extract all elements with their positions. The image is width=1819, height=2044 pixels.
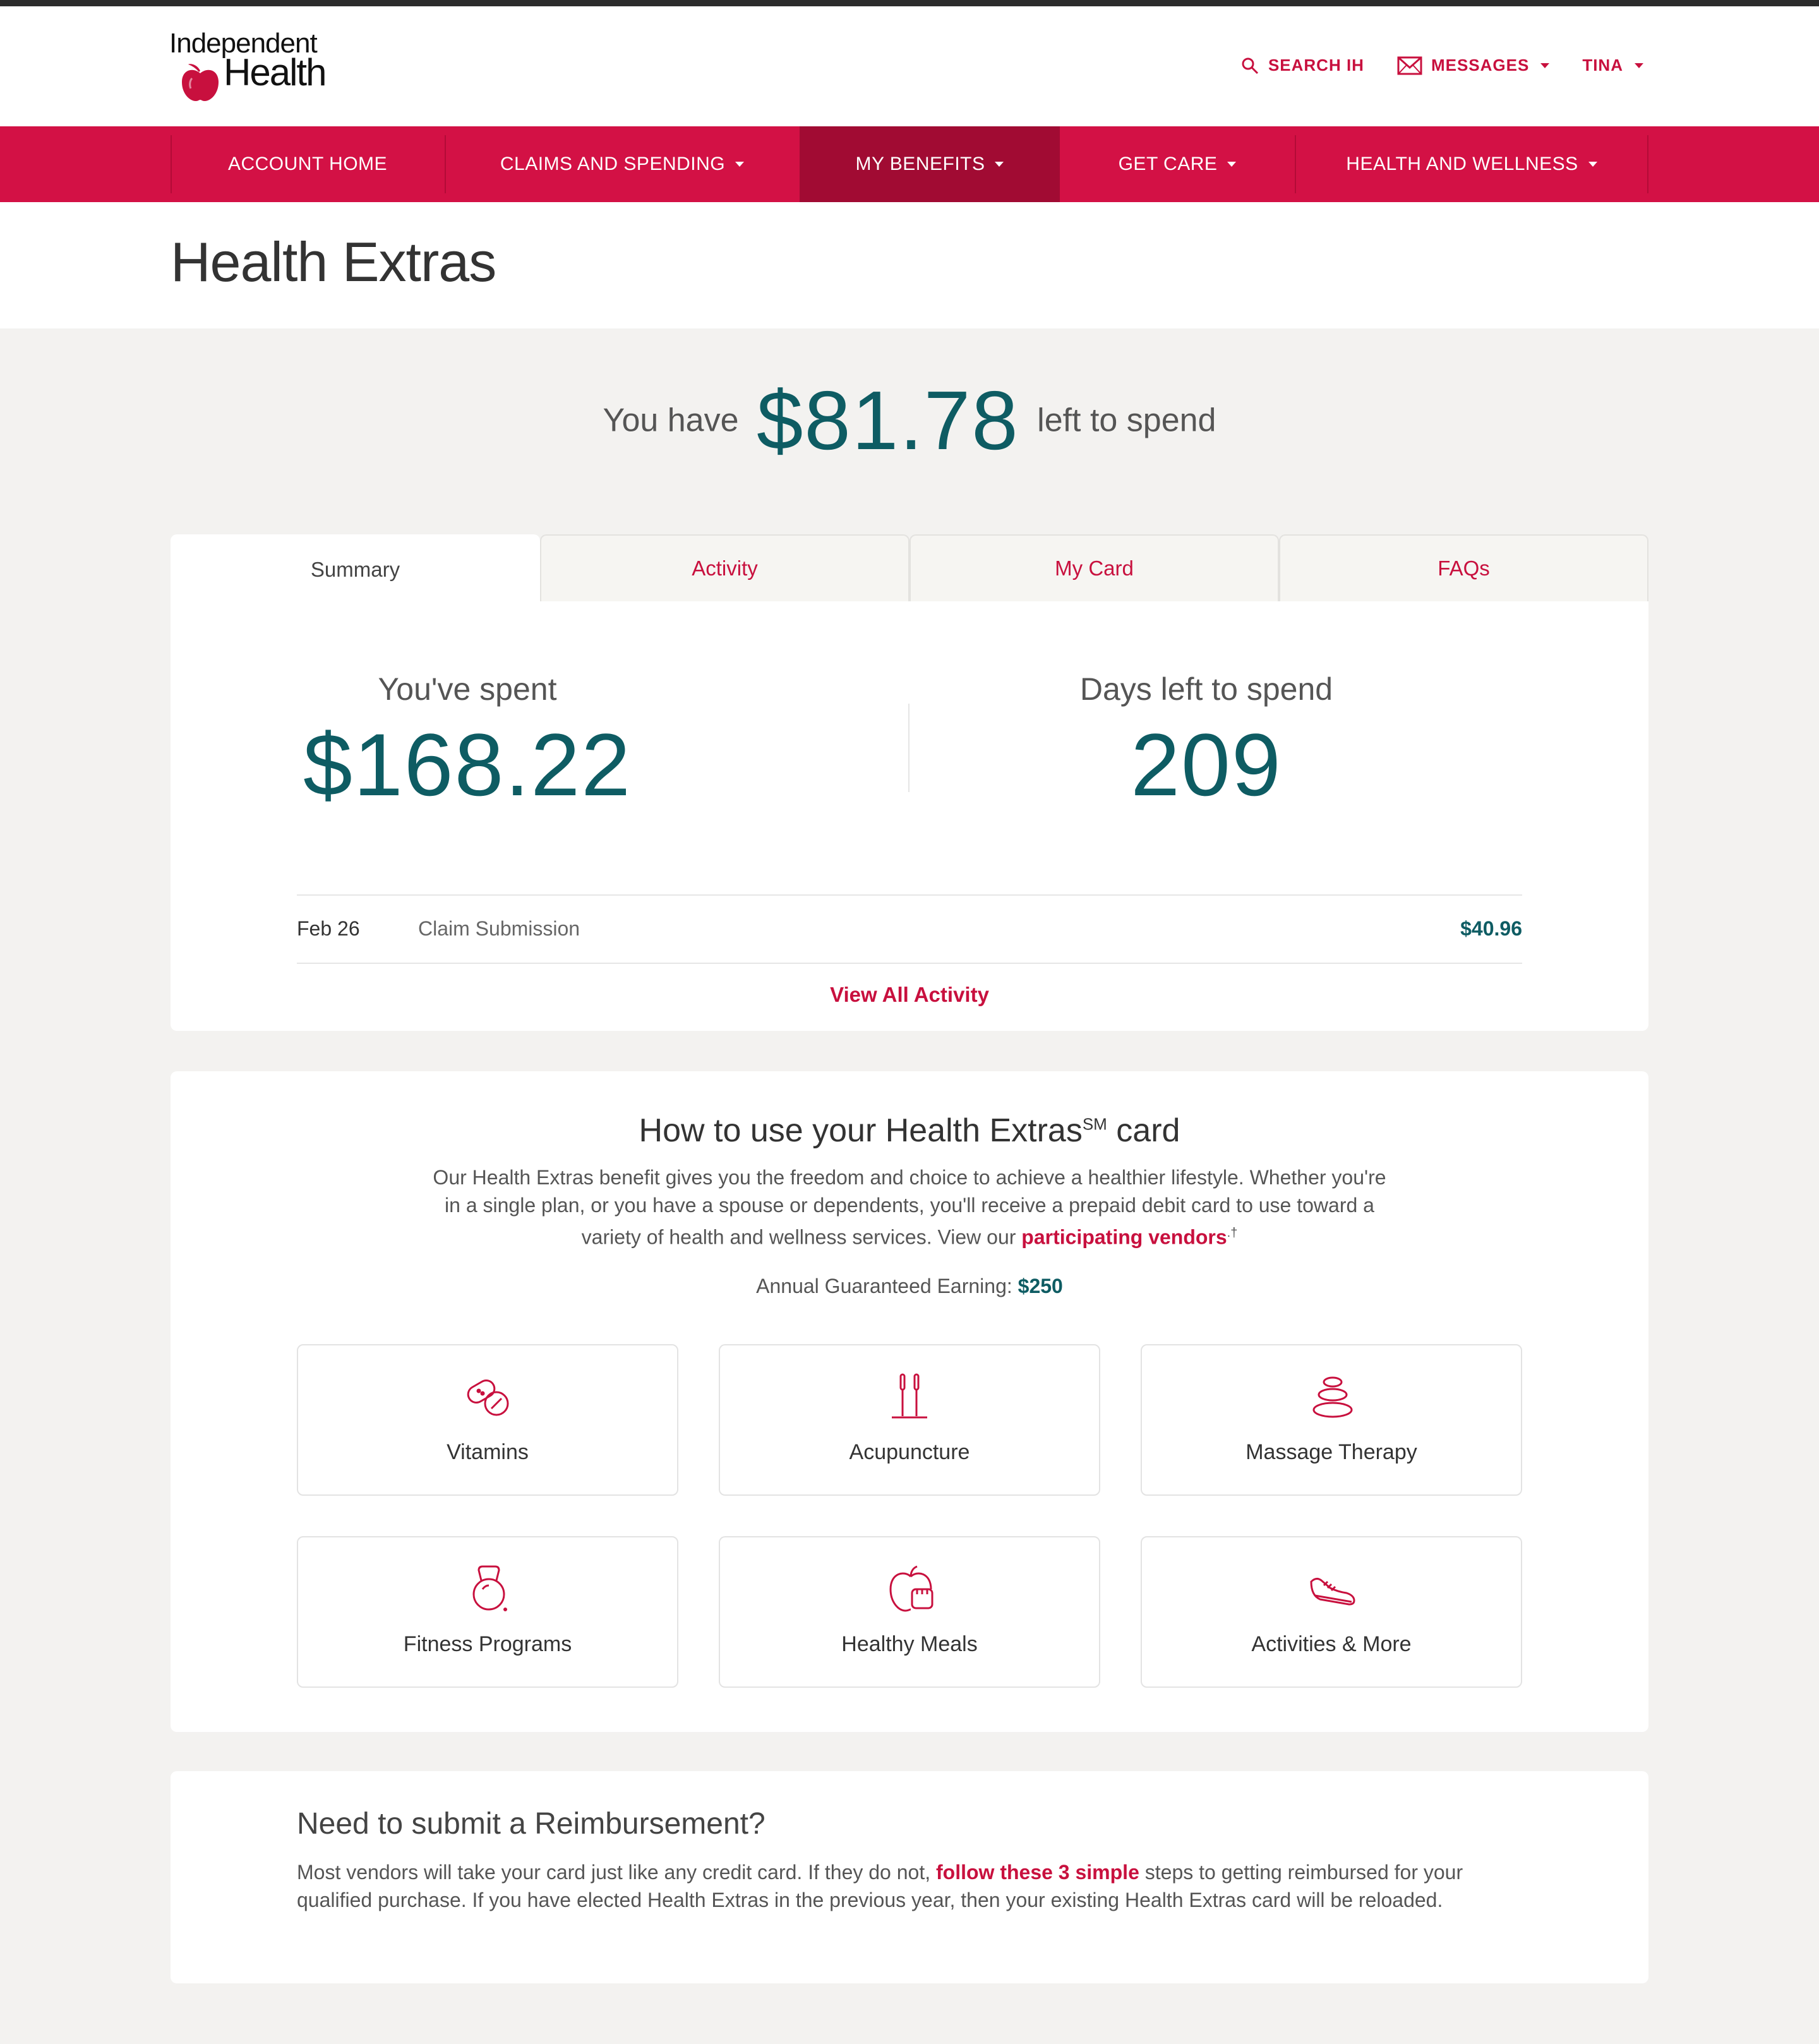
how-to-description: Our Health Extras benefit gives you the … (423, 1163, 1396, 1251)
nav-divider (171, 135, 172, 193)
massage-stones-icon (1312, 1376, 1353, 1418)
acupuncture-icon (892, 1373, 927, 1419)
search-icon (1242, 57, 1258, 74)
how-to-title-end: card (1116, 1112, 1180, 1149)
days-left-label: Days left to spend (1079, 671, 1333, 707)
nav-account-home[interactable]: ACCOUNT HOME (171, 126, 445, 202)
independent-health-logo[interactable]: Independent Health (169, 28, 340, 104)
tab-summary[interactable]: Summary (171, 534, 540, 604)
earning-value: $250 (1018, 1275, 1063, 1297)
nav-my-benefits[interactable]: MY BENEFITS (800, 126, 1060, 202)
reimbursement-panel: Need to submit a Reimbursement? Most ven… (171, 1771, 1648, 1983)
tile-massage-therapy[interactable]: Massage Therapy (1141, 1344, 1522, 1496)
sneaker-icon (1310, 1577, 1355, 1606)
service-mark: SM (1082, 1114, 1107, 1134)
tile-label: Activities & More (1251, 1632, 1412, 1656)
nav-label: CLAIMS AND SPENDING (500, 153, 726, 174)
annual-earning: Annual Guaranteed Earning: $250 (171, 1275, 1648, 1298)
how-to-title-text: How to use your Health Extras (639, 1112, 1083, 1149)
logo-line-2: Health (224, 51, 327, 93)
apple-icon (889, 1565, 934, 1612)
search-label: SEARCH IH (1268, 56, 1364, 75)
spent-stat: You've spent $168.22 (152, 671, 783, 816)
tile-label: Vitamins (447, 1440, 529, 1464)
tile-label: Fitness Programs (403, 1632, 572, 1656)
user-name: TINA (1582, 56, 1623, 75)
participating-vendors-link[interactable]: participating vendors (1021, 1226, 1227, 1249)
kettlebell-icon (472, 1565, 507, 1611)
site-header: Independent Health SEARCH IH MESSAGES TI… (0, 6, 1819, 126)
footnote-mark: .† (1227, 1226, 1238, 1240)
activity-amount: $40.96 (1460, 917, 1522, 940)
page-title: Health Extras (171, 231, 496, 293)
how-to-title: How to use your Health ExtrasSM card (171, 1112, 1648, 1150)
benefit-tabs: Summary Activity My Card FAQs (171, 534, 1648, 604)
earning-label: Annual Guaranteed Earning: (756, 1275, 1012, 1297)
messages-menu[interactable]: MESSAGES (1397, 56, 1550, 75)
balance-amount: $81.78 (756, 374, 1019, 467)
reimbursement-title: Need to submit a Reimbursement? (297, 1807, 765, 1841)
nav-label: HEALTH AND WELLNESS (1346, 153, 1578, 174)
nav-divider (445, 135, 446, 193)
nav-get-care[interactable]: GET CARE (1060, 126, 1295, 202)
tile-fitness-programs[interactable]: Fitness Programs (297, 1536, 678, 1688)
days-left-stat: Days left to spend 209 (891, 671, 1522, 816)
top-border (0, 0, 1819, 6)
chevron-down-icon (1635, 63, 1643, 68)
spent-label: You've spent (378, 671, 557, 707)
how-to-use-panel: How to use your Health ExtrasSM card Our… (171, 1071, 1648, 1732)
tile-vitamins[interactable]: Vitamins (297, 1344, 678, 1496)
activity-description: Claim Submission (418, 917, 580, 940)
tab-my-card[interactable]: My Card (910, 534, 1279, 601)
spent-value: $168.22 (303, 715, 632, 814)
view-all-activity-link[interactable]: View All Activity (171, 983, 1648, 1007)
balance-summary: You have $81.78 left to spend (0, 373, 1819, 468)
vitamins-icon (467, 1380, 509, 1416)
page-title-band: Health Extras (0, 202, 1819, 328)
reimbursement-steps-link[interactable]: follow these 3 simple (936, 1861, 1139, 1884)
tile-label: Acupuncture (849, 1440, 970, 1464)
main-nav: ACCOUNT HOME CLAIMS AND SPENDING MY BENE… (0, 126, 1819, 202)
apple-logo-icon (182, 64, 219, 101)
envelope-icon (1397, 56, 1422, 75)
balance-prefix: You have (603, 402, 739, 439)
user-menu[interactable]: TINA (1582, 56, 1643, 75)
balance-suffix: left to spend (1037, 402, 1216, 439)
nav-label: ACCOUNT HOME (227, 153, 388, 174)
activity-row: Feb 26 Claim Submission $40.96 (297, 894, 1522, 964)
days-left-value: 209 (1131, 715, 1282, 814)
utility-nav: SEARCH IH MESSAGES TINA (1240, 56, 1643, 75)
tile-healthy-meals[interactable]: Healthy Meals (719, 1536, 1100, 1688)
search-link[interactable]: SEARCH IH (1240, 56, 1364, 75)
nav-health-and-wellness[interactable]: HEALTH AND WELLNESS (1295, 126, 1648, 202)
tile-acupuncture[interactable]: Acupuncture (719, 1344, 1100, 1496)
how-to-text: Our Health Extras benefit gives you the … (433, 1166, 1386, 1249)
tile-label: Massage Therapy (1246, 1440, 1417, 1464)
chevron-down-icon (1588, 162, 1597, 167)
tile-activities-and-more[interactable]: Activities & More (1141, 1536, 1522, 1688)
chevron-down-icon (995, 162, 1004, 167)
chevron-down-icon (1540, 63, 1550, 68)
nav-label: MY BENEFITS (855, 153, 985, 174)
reimbursement-text-before: Most vendors will take your card just li… (297, 1861, 931, 1884)
tab-faqs[interactable]: FAQs (1279, 534, 1648, 601)
nav-divider (1647, 135, 1648, 193)
summary-panel: You've spent $168.22 Days left to spend … (171, 601, 1648, 1031)
chevron-down-icon (735, 162, 745, 167)
tile-label: Healthy Meals (841, 1632, 978, 1656)
activity-date: Feb 26 (297, 917, 360, 940)
nav-label: GET CARE (1118, 153, 1218, 174)
reimbursement-description: Most vendors will take your card just li… (297, 1858, 1535, 1914)
messages-label: MESSAGES (1431, 56, 1530, 75)
nav-divider (1295, 135, 1296, 193)
nav-claims-and-spending[interactable]: CLAIMS AND SPENDING (445, 126, 800, 202)
tab-activity[interactable]: Activity (540, 534, 910, 601)
chevron-down-icon (1227, 162, 1237, 167)
